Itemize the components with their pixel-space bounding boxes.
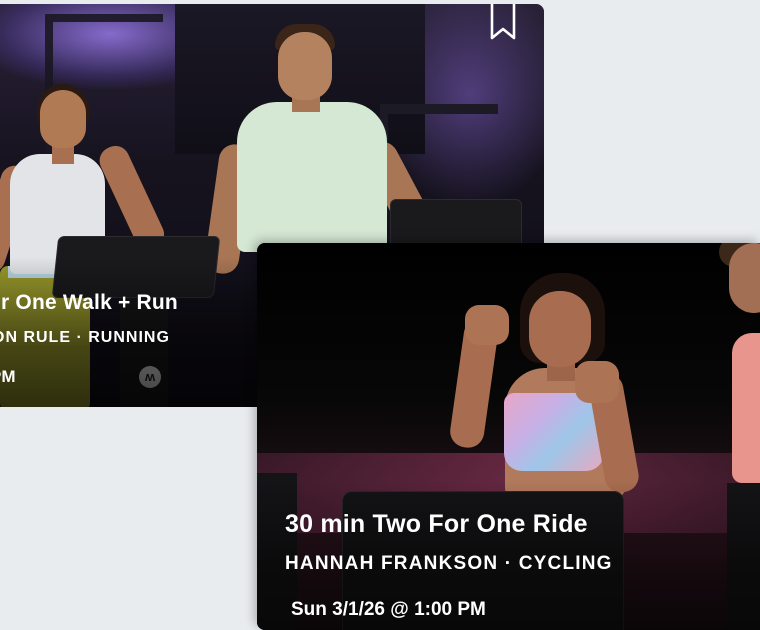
- class-schedule-time: PM: [0, 367, 16, 386]
- instructor-figure: [465, 305, 509, 345]
- class-instructor-discipline: HANNAH FRANKSON · CYCLING: [285, 553, 613, 574]
- instructor-figure: [529, 291, 591, 367]
- instructor-figure: [40, 90, 86, 148]
- instructor-figure: [278, 32, 332, 100]
- instructor-figure: [732, 333, 760, 483]
- instructor-figure: [575, 361, 619, 403]
- class-title: or One Walk + Run: [0, 291, 178, 314]
- class-cards-stage: ʍ or One Walk + Run ON RULE · RUNNING PM…: [0, 0, 760, 630]
- instructor-figure: [237, 102, 387, 252]
- class-card-two-for-one-ride[interactable]: 30 min Two For One Ride HANNAH FRANKSON …: [257, 243, 760, 630]
- instructor-figure: [504, 393, 604, 471]
- class-title: 30 min Two For One Ride: [285, 510, 588, 538]
- bookmark-icon[interactable]: [489, 4, 517, 40]
- class-schedule-time: Sun 3/1/26 @ 1:00 PM: [291, 599, 486, 620]
- class-instructor-discipline: ON RULE · RUNNING: [0, 329, 170, 346]
- instructor-figure: [729, 243, 760, 313]
